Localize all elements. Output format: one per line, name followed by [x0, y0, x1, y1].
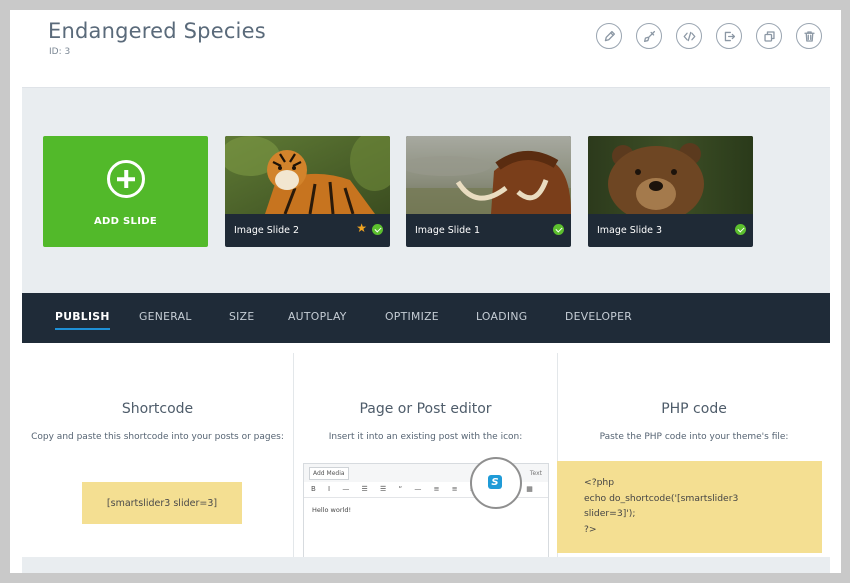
tab-optimize[interactable]: OPTIMIZE: [385, 310, 439, 323]
shortcode-section: Shortcode Copy and paste this shortcode …: [22, 349, 293, 559]
editor-title: Page or Post editor: [359, 401, 492, 417]
pencil-icon: [604, 30, 615, 41]
slide-label: Image Slide 2: [234, 225, 300, 236]
delete-button[interactable]: [796, 23, 822, 49]
settings-tabs: PUBLISH GENERAL SIZE AUTOPLAY OPTIMIZE L…: [22, 293, 830, 343]
slide-card[interactable]: Image Slide 2 ★: [225, 136, 390, 247]
editor-description: Insert it into an existing post with the…: [328, 432, 523, 442]
star-icon[interactable]: ★: [356, 221, 367, 235]
design-button[interactable]: [636, 23, 662, 49]
tab-loading[interactable]: LOADING: [476, 310, 527, 323]
add-slide-button[interactable]: ADD SLIDE: [43, 136, 208, 247]
duplicate-button[interactable]: [756, 23, 782, 49]
export-button[interactable]: [716, 23, 742, 49]
export-icon: [724, 31, 735, 41]
published-check-icon: [372, 224, 383, 235]
slider-toolbar: [596, 23, 822, 49]
slider-id: ID: 3: [49, 47, 71, 57]
mammoth-thumbnail: [406, 136, 571, 214]
plus-circle-icon: [107, 160, 145, 198]
shortcode-title: Shortcode: [121, 401, 194, 417]
php-code-box[interactable]: <?php echo do_shortcode('[smartslider3 s…: [557, 461, 822, 553]
published-check-icon: [735, 224, 746, 235]
slider-editor-window: Endangered Species ID: 3 ADD SLIDE Image…: [10, 10, 841, 573]
editor-content: Hello world!: [312, 506, 352, 514]
smart-slider-icon: S: [488, 475, 502, 489]
slide-card[interactable]: Image Slide 3: [588, 136, 753, 247]
slide-label: Image Slide 3: [597, 225, 663, 236]
tab-general[interactable]: GENERAL: [139, 310, 192, 323]
tab-size[interactable]: SIZE: [229, 310, 254, 323]
shortcode-description: Copy and paste this shortcode into your …: [31, 432, 284, 442]
slider-header: Endangered Species ID: 3: [22, 10, 830, 88]
published-check-icon: [553, 224, 564, 235]
slide-card[interactable]: Image Slide 1: [406, 136, 571, 247]
tab-publish[interactable]: PUBLISH: [55, 310, 110, 330]
slider-title: Endangered Species: [48, 19, 266, 43]
magnifier: S: [470, 457, 522, 509]
duplicate-icon: [763, 30, 775, 42]
edit-button[interactable]: [596, 23, 622, 49]
brush-icon: [643, 30, 655, 42]
add-media-button: Add Media: [309, 467, 349, 480]
tab-autoplay[interactable]: AUTOPLAY: [288, 310, 347, 323]
tab-developer[interactable]: DEVELOPER: [565, 310, 632, 323]
shortcode-box[interactable]: [smartslider3 slider=3]: [82, 482, 242, 524]
code-icon: [683, 31, 695, 41]
trash-icon: [803, 30, 815, 42]
php-description: Paste the PHP code into your theme's fil…: [599, 432, 789, 442]
slides-strip: ADD SLIDE Image Slide 2 ★ Image Slide 1 …: [22, 88, 830, 293]
publish-panel: Shortcode Copy and paste this shortcode …: [22, 343, 830, 573]
add-slide-label: ADD SLIDE: [94, 216, 157, 227]
tiger-thumbnail: [225, 136, 390, 214]
slide-label: Image Slide 1: [415, 225, 481, 236]
bottom-strip: [22, 557, 830, 573]
php-title: PHP code: [661, 401, 727, 417]
code-button[interactable]: [676, 23, 702, 49]
text-tab: Text: [529, 470, 542, 477]
bear-thumbnail: [588, 136, 753, 214]
